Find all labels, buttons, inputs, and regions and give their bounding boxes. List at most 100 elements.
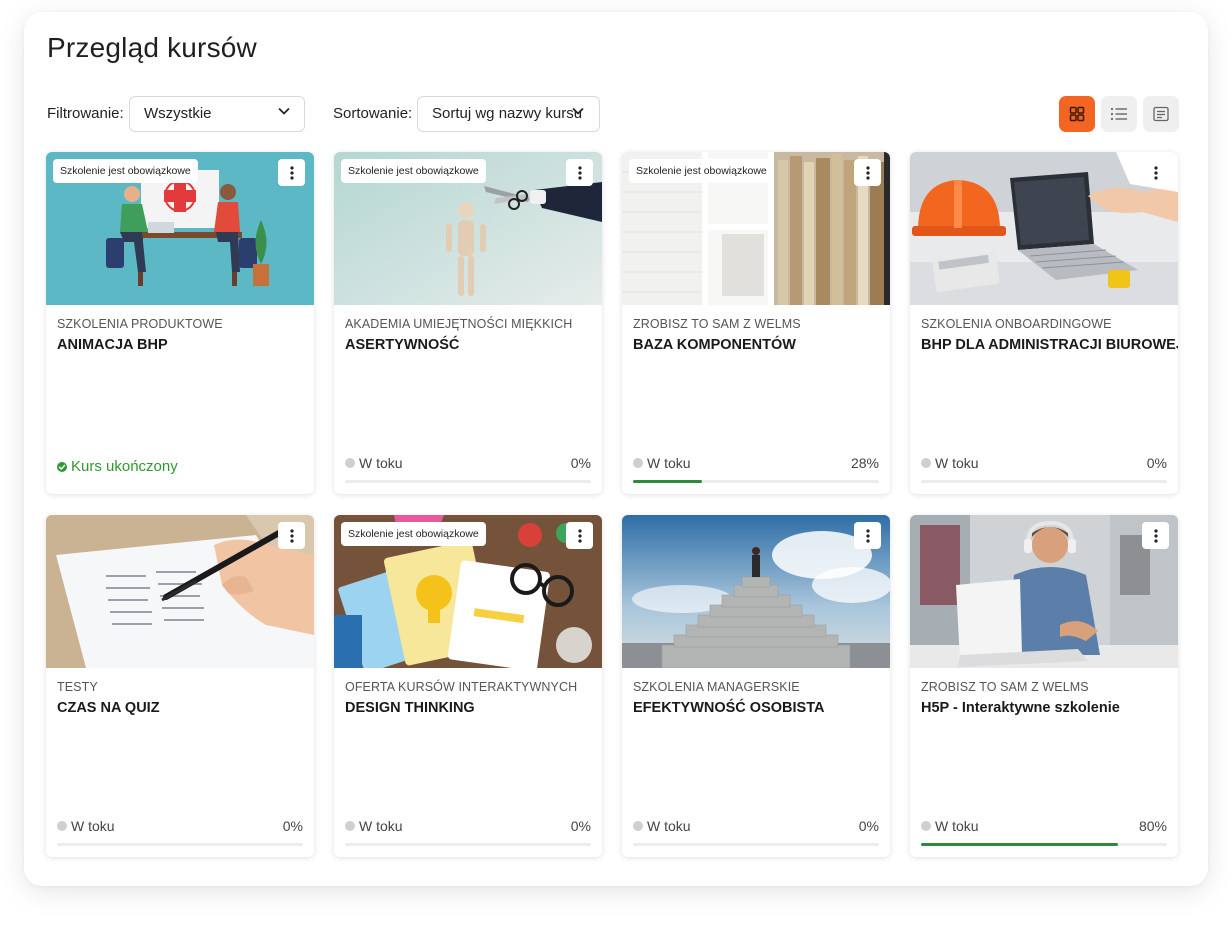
chevron-down-icon: [572, 108, 584, 115]
list-view-icon: [1110, 107, 1127, 121]
course-card[interactable]: Szkolenie jest obowiązkowe AKADEMIA UMIE…: [334, 152, 602, 494]
sort-select[interactable]: Sortuj wg nazwy kursu: [417, 96, 600, 132]
course-status-label: W toku: [935, 455, 979, 471]
course-menu-button[interactable]: [1142, 522, 1169, 549]
course-menu-button[interactable]: [854, 159, 881, 186]
more-vertical-icon: [1153, 165, 1158, 180]
course-image: Szkolenie jest obowiązkowe: [46, 152, 314, 305]
course-status-label: W toku: [935, 818, 979, 834]
course-card[interactable]: SZKOLENIA ONBOARDINGOWE BHP DLA ADMINIST…: [910, 152, 1178, 494]
course-category: SZKOLENIA PRODUKTOWE: [57, 317, 223, 331]
course-status-label: W toku: [647, 455, 691, 471]
summary-view-button[interactable]: [1143, 96, 1179, 132]
progress-percent: 0%: [1146, 455, 1167, 471]
course-title: ASERTYWNOŚĆ: [345, 337, 460, 353]
course-category: TESTY: [57, 680, 98, 694]
course-menu-button[interactable]: [854, 522, 881, 549]
progress-percent: 0%: [570, 455, 591, 471]
status-dot-icon: [633, 821, 643, 831]
course-card[interactable]: Szkolenie jest obowiązkowe SZKOLENIA PRO…: [46, 152, 314, 494]
course-status: W toku: [921, 818, 979, 834]
course-image: [910, 515, 1178, 668]
course-title: ANIMACJA BHP: [57, 337, 168, 353]
more-vertical-icon: [865, 165, 870, 180]
course-status: W toku: [345, 455, 403, 471]
course-title: CZAS NA QUIZ: [57, 700, 160, 716]
more-vertical-icon: [1153, 528, 1158, 543]
course-title: DESIGN THINKING: [345, 700, 475, 716]
course-image: Szkolenie jest obowiązkowe: [334, 515, 602, 668]
list-view-button[interactable]: [1101, 96, 1137, 132]
course-image: Szkolenie jest obowiązkowe: [334, 152, 602, 305]
course-category: SZKOLENIA ONBOARDINGOWE: [921, 317, 1112, 331]
course-title: BHP DLA ADMINISTRACJI BIUROWEJ: [921, 337, 1178, 353]
filter-select[interactable]: Wszystkie: [129, 96, 305, 132]
filter-select-value: Wszystkie: [144, 105, 212, 122]
course-category: ZROBISZ TO SAM Z WeLMS: [921, 680, 1089, 694]
chevron-down-icon: [278, 108, 290, 115]
course-category: ZROBISZ TO SAM Z WeLMS: [633, 317, 801, 331]
course-card[interactable]: Szkolenie jest obowiązkowe OFERTA KURSÓW…: [334, 515, 602, 857]
more-vertical-icon: [577, 165, 582, 180]
course-menu-button[interactable]: [278, 522, 305, 549]
course-card[interactable]: Szkolenie jest obowiązkowe ZROBISZ TO SA…: [622, 152, 890, 494]
course-category: AKADEMIA UMIEJĘTNOŚCI MIĘKKICH: [345, 317, 573, 331]
course-image: [910, 152, 1178, 305]
status-dot-icon: [345, 821, 355, 831]
progress-percent: 0%: [570, 818, 591, 834]
grid-view-button[interactable]: [1059, 96, 1095, 132]
course-status: W toku: [633, 455, 691, 471]
course-menu-button[interactable]: [278, 159, 305, 186]
progress-bar: [921, 843, 1167, 846]
more-vertical-icon: [865, 528, 870, 543]
course-overview-panel: Przegląd kursów Filtrowanie: Wszystkie S…: [24, 12, 1208, 886]
course-status-label: W toku: [71, 818, 115, 834]
course-grid: Szkolenie jest obowiązkowe SZKOLENIA PRO…: [46, 152, 1178, 857]
course-category: OFERTA KURSÓW INTERAKTYWNYCH: [345, 680, 578, 694]
progress-bar: [345, 843, 591, 846]
course-status-label: W toku: [647, 818, 691, 834]
course-status: W toku: [345, 818, 403, 834]
filter-label: Filtrowanie:: [47, 105, 124, 122]
progress-bar: [57, 843, 303, 846]
course-menu-button[interactable]: [566, 159, 593, 186]
course-status: Kurs ukończony: [57, 458, 178, 475]
more-vertical-icon: [577, 528, 582, 543]
mandatory-badge: Szkolenie jest obowiązkowe: [341, 522, 486, 546]
page-title: Przegląd kursów: [47, 32, 257, 63]
course-title: EFEKTYWNOŚĆ OSOBISTA: [633, 700, 825, 716]
mandatory-badge: Szkolenie jest obowiązkowe: [53, 159, 198, 183]
toolbar: Filtrowanie: Wszystkie Sortowanie: Sortu…: [47, 96, 1179, 132]
course-image: [622, 515, 890, 668]
course-status: W toku: [57, 818, 115, 834]
progress-fill: [633, 480, 702, 483]
grid-view-icon: [1069, 106, 1085, 122]
progress-bar: [345, 480, 591, 483]
check-circle-icon: [57, 461, 67, 472]
course-image: [46, 515, 314, 668]
progress-bar: [921, 480, 1167, 483]
course-status-label: W toku: [359, 455, 403, 471]
sort-select-value: Sortuj wg nazwy kursu: [432, 105, 583, 122]
sort-label: Sortowanie:: [333, 105, 413, 122]
status-dot-icon: [633, 458, 643, 468]
course-menu-button[interactable]: [566, 522, 593, 549]
progress-percent: 0%: [282, 818, 303, 834]
course-status: W toku: [633, 818, 691, 834]
view-switcher: [1059, 96, 1179, 132]
status-dot-icon: [921, 821, 931, 831]
course-title: BAZA KOMPONENTÓW: [633, 337, 796, 353]
course-status-label: W toku: [359, 818, 403, 834]
progress-fill: [921, 843, 1118, 846]
course-card[interactable]: ZROBISZ TO SAM Z WeLMS H5P - Interaktywn…: [910, 515, 1178, 857]
mandatory-badge: Szkolenie jest obowiązkowe: [629, 159, 774, 183]
summary-view-icon: [1153, 106, 1169, 122]
more-vertical-icon: [289, 528, 294, 543]
status-dot-icon: [57, 821, 67, 831]
course-card[interactable]: TESTY CZAS NA QUIZ W toku 0%: [46, 515, 314, 857]
course-title: H5P - Interaktywne szkolenie: [921, 700, 1120, 716]
status-dot-icon: [345, 458, 355, 468]
course-menu-button[interactable]: [1142, 159, 1169, 186]
course-card[interactable]: SZKOLENIA MANAGERSKIE EFEKTYWNOŚĆ OSOBIS…: [622, 515, 890, 857]
progress-percent: 80%: [1138, 818, 1167, 834]
